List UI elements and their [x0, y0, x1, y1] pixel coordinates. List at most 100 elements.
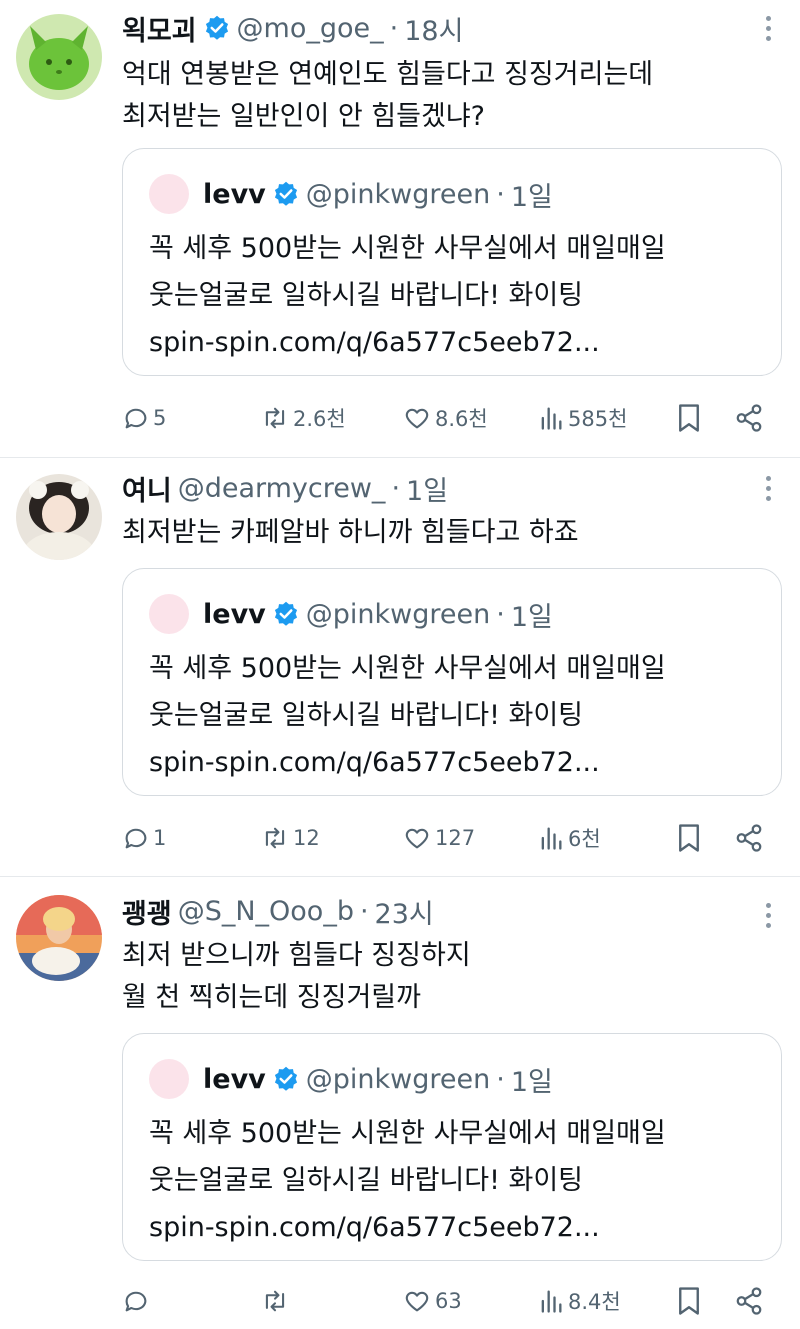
tweet-text: 억대 연봉받은 연예인도 힘들다고 징징거리는데 최저받는 일반인이 안 힘들겠… — [122, 54, 653, 138]
bookmark-icon — [679, 824, 699, 852]
views-chart-icon — [541, 407, 562, 430]
avatar[interactable] — [16, 14, 102, 100]
like-count: 8.6천 — [435, 407, 488, 431]
reply-count: 5 — [153, 406, 167, 430]
avatar[interactable] — [16, 895, 102, 981]
avatar[interactable] — [16, 474, 102, 560]
like-count: 63 — [435, 1289, 462, 1313]
quoted-text-line: 꼭 세후 500받는 시원한 사무실에서 매일매일 — [149, 653, 666, 684]
quoted-avatar[interactable] — [149, 174, 189, 214]
heart-icon — [405, 828, 429, 849]
girl-photo-avatar-icon — [16, 474, 102, 560]
tweet-text: 최저 받으니까 힘들다 징징하지 월 천 찍히는데 징징거릴까 — [122, 935, 471, 1019]
retweet-count: 12 — [293, 826, 320, 850]
user-handle[interactable]: @mo_goe_ — [237, 13, 384, 44]
quoted-text-line: 웃는얼굴로 일하시길 바랍니다! 화이팅 — [149, 280, 584, 311]
verified-badge-icon — [274, 601, 297, 626]
reply-icon — [125, 1291, 147, 1312]
tweet-text-line: 최저받는 카페알바 하니까 힘들다고 하죠 — [122, 517, 579, 548]
quoted-user-name: levv — [203, 1063, 266, 1095]
retweet-button[interactable] — [260, 1281, 293, 1321]
quoted-tweet[interactable]: levv @pinkwgreen · 1일 꼭 세후 500받는 시원한 사무실… — [122, 1033, 782, 1261]
user-name[interactable]: 왹모괴 — [122, 9, 197, 48]
like-button[interactable]: 8.6천 — [402, 398, 488, 438]
verified-badge-icon — [274, 181, 297, 206]
more-options-icon[interactable] — [760, 897, 776, 933]
views-chart-icon — [541, 827, 562, 850]
retweet-icon — [265, 407, 285, 429]
bookmark-button[interactable] — [676, 1281, 705, 1321]
user-handle[interactable]: @S_N_Ooo_b — [178, 896, 354, 927]
quoted-user-handle: @pinkwgreen — [305, 1063, 491, 1095]
separator-dot: · — [389, 12, 399, 44]
user-name[interactable]: 여니 — [122, 469, 172, 508]
tweet[interactable]: 왹모괴 @mo_goe_ · 18시 억대 연봉받은 연예인도 힘들다고 징징거… — [0, 0, 800, 458]
more-options-icon[interactable] — [760, 10, 776, 46]
retweet-icon — [265, 827, 285, 849]
separator-dot: · — [496, 1063, 505, 1095]
retweet-button[interactable]: 12 — [260, 818, 320, 858]
reply-count: 1 — [153, 826, 167, 850]
quoted-text: 꼭 세후 500받는 시원한 사무실에서 매일매일 웃는얼굴로 일하시길 바랍니… — [149, 1110, 666, 1251]
views-count: 8.4천 — [568, 1290, 621, 1314]
views-button[interactable]: 585천 — [537, 398, 627, 438]
quoted-link[interactable]: spin-spin.com/q/6a577c5eeb72... — [149, 319, 666, 366]
share-button[interactable] — [734, 398, 767, 438]
retweet-icon — [265, 1290, 285, 1312]
more-options-icon[interactable] — [760, 470, 776, 506]
reply-button[interactable] — [122, 1281, 153, 1321]
user-handle[interactable]: @dearmycrew_ — [178, 473, 386, 504]
reply-button[interactable]: 5 — [122, 398, 166, 438]
separator-dot: · — [359, 895, 369, 927]
quoted-text-line: 웃는얼굴로 일하시길 바랍니다! 화이팅 — [149, 700, 584, 731]
timestamp[interactable]: 1일 — [406, 469, 448, 508]
quoted-text-line: 꼭 세후 500받는 시원한 사무실에서 매일매일 — [149, 1118, 666, 1149]
bookmark-button[interactable] — [676, 398, 705, 438]
verified-badge-icon — [274, 1066, 297, 1091]
timestamp[interactable]: 23시 — [375, 892, 434, 931]
action-bar: 63 8.4천 — [122, 1281, 782, 1321]
quoted-text-line: 웃는얼굴로 일하시길 바랍니다! 화이팅 — [149, 1165, 584, 1196]
quoted-user-name: levv — [203, 598, 266, 630]
reply-icon — [125, 408, 147, 429]
quoted-user-name: levv — [203, 178, 266, 210]
views-count: 6천 — [568, 827, 601, 851]
timestamp[interactable]: 18시 — [404, 9, 463, 48]
tweet-text: 최저받는 카페알바 하니까 힘들다고 하죠 — [122, 512, 579, 554]
user-name[interactable]: 괭괭 — [122, 892, 172, 931]
tweet-text-line: 월 천 찍히는데 징징거릴까 — [122, 982, 421, 1013]
quoted-tweet[interactable]: levv @pinkwgreen · 1일 꼭 세후 500받는 시원한 사무실… — [122, 568, 782, 796]
quoted-tweet[interactable]: levv @pinkwgreen · 1일 꼭 세후 500받는 시원한 사무실… — [122, 148, 782, 376]
tweet-text-line: 최저 받으니까 힘들다 징징하지 — [122, 940, 471, 971]
like-count: 127 — [435, 826, 476, 850]
quoted-user-handle: @pinkwgreen — [305, 598, 491, 630]
like-button[interactable]: 63 — [402, 1281, 462, 1321]
quoted-text: 꼭 세후 500받는 시원한 사무실에서 매일매일 웃는얼굴로 일하시길 바랍니… — [149, 645, 666, 786]
like-button[interactable]: 127 — [402, 818, 475, 858]
share-icon — [736, 1287, 762, 1315]
action-bar: 1 12 127 6천 — [122, 818, 782, 858]
quoted-avatar[interactable] — [149, 594, 189, 634]
separator-dot: · — [496, 598, 505, 630]
bookmark-button[interactable] — [676, 818, 705, 858]
share-icon — [736, 404, 762, 432]
reply-button[interactable]: 1 — [122, 818, 166, 858]
share-button[interactable] — [734, 818, 767, 858]
reply-icon — [125, 828, 147, 849]
quoted-link[interactable]: spin-spin.com/q/6a577c5eeb72... — [149, 739, 666, 786]
views-button[interactable]: 8.4천 — [537, 1281, 621, 1321]
quoted-link[interactable]: spin-spin.com/q/6a577c5eeb72... — [149, 1204, 666, 1251]
views-count: 585천 — [568, 407, 628, 431]
bookmark-icon — [679, 404, 699, 432]
tweet[interactable]: 괭괭 @S_N_Ooo_b · 23시 최저 받으니까 힘들다 징징하지 월 천… — [0, 877, 800, 1329]
separator-dot: · — [496, 178, 505, 210]
tweet-text-line: 최저받는 일반인이 안 힘들겠냐? — [122, 101, 485, 132]
quoted-timestamp: 1일 — [510, 181, 553, 213]
quoted-text: 꼭 세후 500받는 시원한 사무실에서 매일매일 웃는얼굴로 일하시길 바랍니… — [149, 225, 666, 366]
tweet-text-line: 억대 연봉받은 연예인도 힘들다고 징징거리는데 — [122, 59, 654, 90]
retweet-button[interactable]: 2.6천 — [260, 398, 346, 438]
tweet[interactable]: 여니 @dearmycrew_ · 1일 최저받는 카페알바 하니까 힘들다고 … — [0, 458, 800, 877]
views-button[interactable]: 6천 — [537, 818, 601, 858]
quoted-avatar[interactable] — [149, 1059, 189, 1099]
share-button[interactable] — [734, 1281, 767, 1321]
